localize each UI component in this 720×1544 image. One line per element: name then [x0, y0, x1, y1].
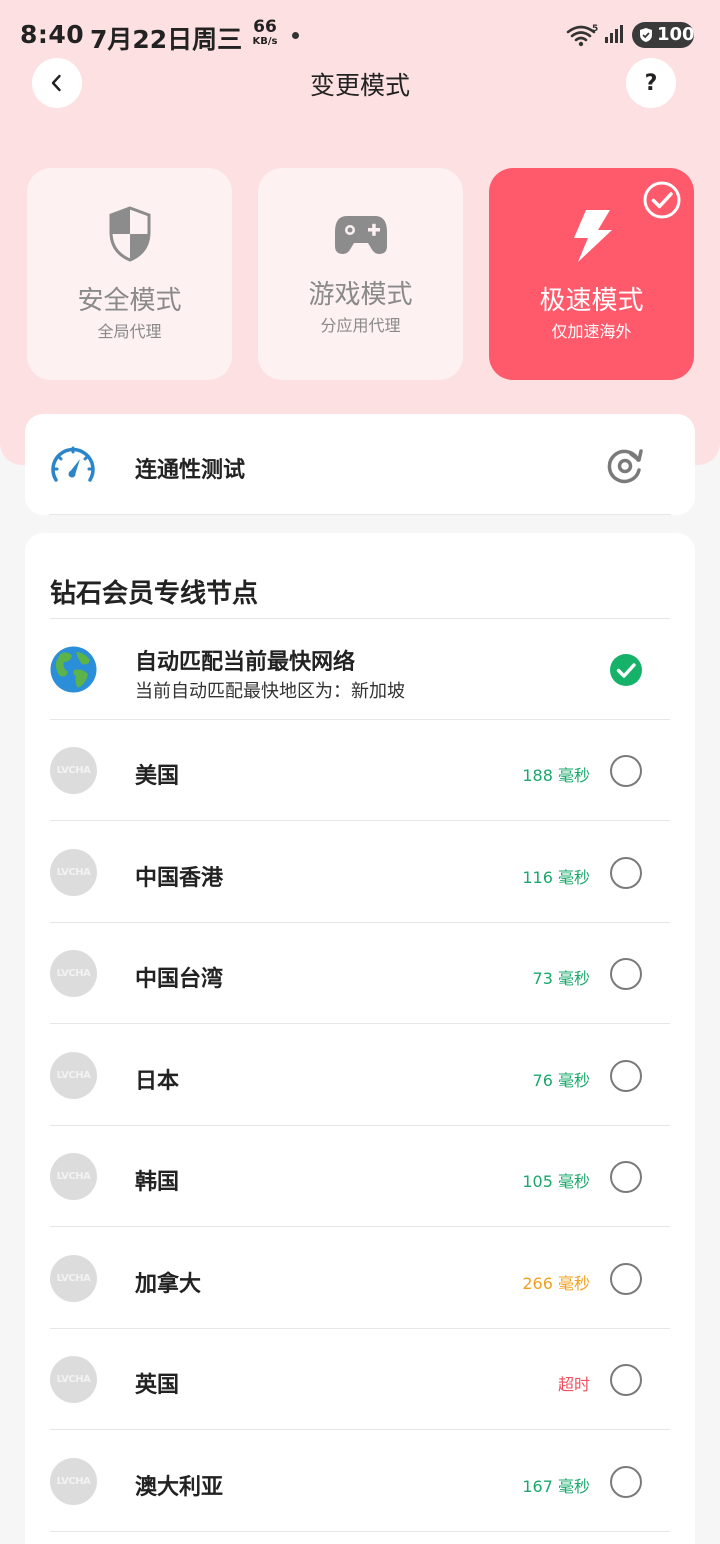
- page-title: 变更模式: [309, 71, 410, 100]
- node-flag-icon: LVCHA: [50, 747, 97, 794]
- divider: [49, 514, 671, 515]
- status-bar: 8:40 7月22日周三 66 KB/s 5 100: [0, 0, 720, 70]
- lightning-icon: [489, 208, 694, 264]
- node-latency: 105 毫秒: [522, 1172, 590, 1191]
- node-latency: 76 毫秒: [532, 1070, 590, 1090]
- network-speed: 66 KB/s: [250, 19, 280, 47]
- connectivity-test-row[interactable]: 连通性测试: [25, 414, 695, 515]
- mode-subtitle: 分应用代理: [320, 316, 401, 335]
- auto-match-name: 自动匹配当前最快网络: [135, 650, 356, 675]
- nodes-list-card: 钻石会员专线节点 自动匹配当前最快网络 当前自动匹配最快地区为：新加坡 LVCH…: [25, 533, 695, 1544]
- node-name: 英国: [135, 1373, 180, 1398]
- section-title: 钻石会员专线节点: [50, 579, 259, 609]
- node-flag-icon: LVCHA: [50, 1356, 97, 1403]
- help-button[interactable]: ?: [626, 58, 676, 108]
- node-name: 加拿大: [135, 1271, 202, 1297]
- node-flag-icon: LVCHA: [50, 1051, 97, 1099]
- node-row[interactable]: LVCHA 加拿大 266 毫秒: [25, 1228, 695, 1329]
- auto-match-row[interactable]: 自动匹配当前最快网络 当前自动匹配最快地区为：新加坡: [25, 619, 695, 719]
- node-name: 澳大利亚: [135, 1474, 224, 1500]
- status-time: 8:40: [20, 20, 85, 49]
- node-row[interactable]: LVCHA 中国香港 116 毫秒: [25, 822, 695, 923]
- node-name: 美国: [135, 764, 180, 789]
- node-latency: 超时: [557, 1375, 590, 1394]
- network-speed-value: 66: [253, 17, 277, 37]
- battery-level: 100: [657, 24, 695, 45]
- connectivity-test-label: 连通性测试: [135, 458, 246, 483]
- node-latency: 167 毫秒: [522, 1476, 590, 1496]
- node-radio-button[interactable]: [610, 755, 642, 787]
- node-flag-icon: LVCHA: [50, 1153, 97, 1200]
- auto-match-description: 当前自动匹配最快地区为：新加坡: [135, 681, 405, 702]
- gamepad-icon: [258, 212, 463, 256]
- node-latency: 73 毫秒: [532, 969, 590, 988]
- mode-subtitle: 全局代理: [97, 322, 162, 341]
- node-radio-button[interactable]: [610, 958, 642, 990]
- node-radio-button[interactable]: [610, 856, 642, 889]
- notification-dot-icon: [292, 32, 299, 39]
- mode-title: 游戏模式: [308, 280, 413, 310]
- node-latency: 116 毫秒: [522, 867, 590, 887]
- divider: [50, 1530, 670, 1532]
- node-name: 中国香港: [135, 865, 224, 891]
- shield-check-icon: [640, 28, 652, 42]
- node-name: 韩国: [135, 1170, 180, 1195]
- node-radio-button[interactable]: [610, 1059, 642, 1092]
- node-name: 日本: [135, 1068, 180, 1094]
- node-flag-icon: LVCHA: [50, 1457, 97, 1505]
- mode-subtitle: 仅加速海外: [551, 322, 632, 341]
- node-radio-button[interactable]: [610, 1364, 642, 1396]
- node-name: 中国台湾: [135, 967, 224, 992]
- mode-card-speed[interactable]: 极速模式 仅加速海外: [489, 168, 694, 380]
- node-flag-icon: LVCHA: [50, 848, 97, 896]
- node-radio-button[interactable]: [610, 1465, 642, 1498]
- mode-card-security[interactable]: 安全模式 全局代理: [27, 168, 232, 380]
- check-circle-icon[interactable]: [609, 653, 643, 691]
- node-radio-button[interactable]: [610, 1161, 642, 1193]
- node-row[interactable]: LVCHA 日本 76 毫秒: [25, 1025, 695, 1126]
- mode-title: 极速模式: [539, 286, 644, 316]
- node-flag-icon: LVCHA: [50, 950, 97, 997]
- node-latency: 188 毫秒: [522, 766, 590, 785]
- wifi-icon: 5: [566, 23, 600, 51]
- signal-icon: [604, 22, 628, 50]
- node-radio-button[interactable]: [610, 1262, 642, 1295]
- globe-icon: [50, 646, 97, 697]
- node-row[interactable]: LVCHA 美国 188 毫秒: [25, 720, 695, 821]
- refresh-icon[interactable]: [605, 446, 645, 490]
- shield-icon: [27, 206, 232, 262]
- node-latency: 266 毫秒: [522, 1273, 590, 1293]
- mode-card-game[interactable]: 游戏模式 分应用代理: [258, 168, 463, 380]
- speedometer-icon: [49, 442, 97, 490]
- status-date: 7月22日周三: [90, 25, 243, 54]
- node-row[interactable]: LVCHA 韩国 105 毫秒: [25, 1126, 695, 1227]
- node-row[interactable]: LVCHA 英国 超时: [25, 1329, 695, 1430]
- svg-text:5: 5: [592, 24, 598, 34]
- mode-title: 安全模式: [77, 286, 182, 316]
- node-flag-icon: LVCHA: [50, 1254, 97, 1302]
- network-speed-unit: KB/s: [252, 36, 278, 47]
- battery-indicator: 100: [632, 22, 695, 48]
- node-row[interactable]: LVCHA 澳大利亚 167 毫秒: [25, 1431, 695, 1532]
- node-row[interactable]: LVCHA 中国台湾 73 毫秒: [25, 923, 695, 1024]
